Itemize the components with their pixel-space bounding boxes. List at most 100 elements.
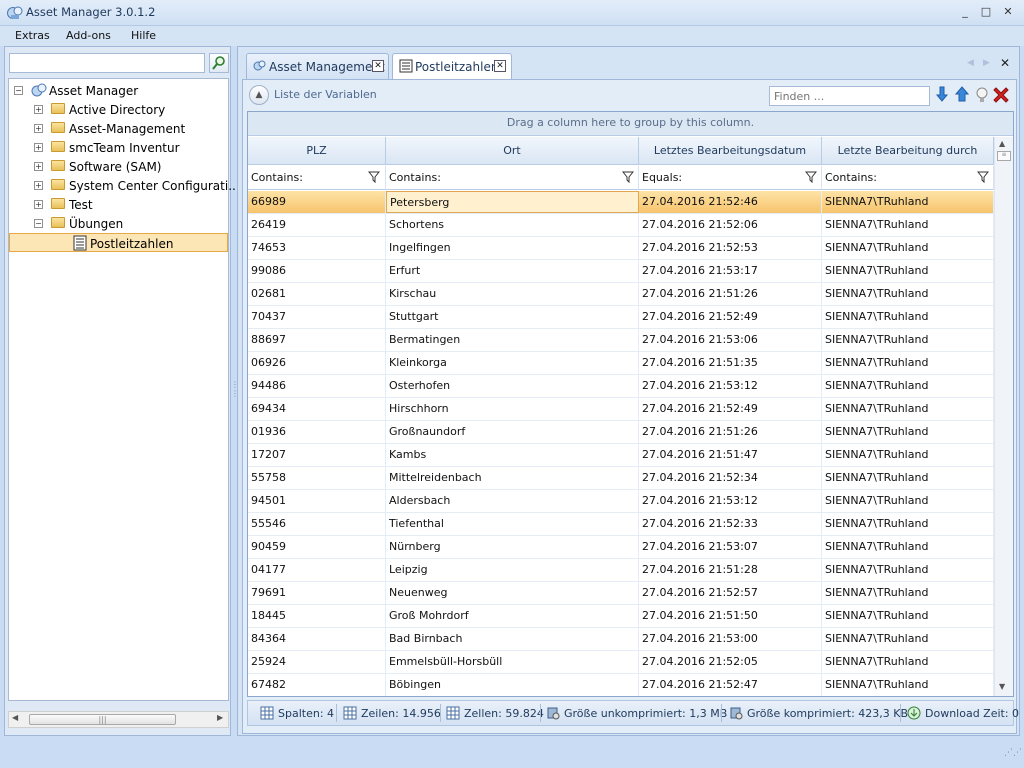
cell-date[interactable]: 27.04.2016 21:53:06	[639, 329, 822, 351]
table-row[interactable]: 88697 Bermatingen 27.04.2016 21:53:06 SIENN…	[248, 329, 994, 352]
cell-plz[interactable]: 26419	[248, 214, 386, 236]
cell-plz[interactable]: 55758	[248, 467, 386, 489]
filter-cell-ort[interactable]: Contains:	[386, 166, 639, 190]
table-row[interactable]: 02681 Kirschau 27.04.2016 21:51:26 SIENNA7\…	[248, 283, 994, 306]
cell-ort[interactable]: Tiefenthal	[386, 513, 639, 535]
table-row[interactable]: 55546 Tiefenthal 27.04.2016 21:52:33 SIENNA…	[248, 513, 994, 536]
cell-user[interactable]: SIENNA7\TRuhland	[822, 375, 994, 397]
cell-date[interactable]: 27.04.2016 21:51:50	[639, 605, 822, 627]
cell-date[interactable]: 27.04.2016 21:51:26	[639, 283, 822, 305]
cell-plz[interactable]: 55546	[248, 513, 386, 535]
column-header-ort[interactable]: Ort	[386, 137, 639, 165]
cell-date[interactable]: 27.04.2016 21:52:49	[639, 306, 822, 328]
cell-user[interactable]: SIENNA7\TRuhland	[822, 398, 994, 420]
cell-plz[interactable]: 84364	[248, 628, 386, 650]
tree-item[interactable]: + Active Directory	[9, 100, 228, 119]
cell-user[interactable]: SIENNA7\TRuhland	[822, 674, 994, 696]
filter-icon[interactable]	[805, 171, 817, 183]
cell-ort[interactable]: Bermatingen	[386, 329, 639, 351]
cell-plz[interactable]: 02681	[248, 283, 386, 305]
cell-date[interactable]: 27.04.2016 21:52:53	[639, 237, 822, 259]
cell-date[interactable]: 27.04.2016 21:53:00	[639, 628, 822, 650]
tree-item[interactable]: + Software (SAM)	[9, 157, 228, 176]
cell-ort[interactable]: Aldersbach	[386, 490, 639, 512]
cell-date[interactable]: 27.04.2016 21:52:34	[639, 467, 822, 489]
tree-item[interactable]: + Asset-Management	[9, 119, 228, 138]
cell-ort[interactable]: Kleinkorga	[386, 352, 639, 374]
cell-user[interactable]: SIENNA7\TRuhland	[822, 559, 994, 581]
tree-item[interactable]: + Test	[9, 195, 228, 214]
close-tab-icon[interactable]: ✕	[494, 60, 506, 72]
table-row[interactable]: 94486 Osterhofen 27.04.2016 21:53:12 SIENNA…	[248, 375, 994, 398]
column-header-date[interactable]: Letztes Bearbeitungsdatum	[639, 137, 822, 165]
close-tab-icon[interactable]: ✕	[372, 60, 384, 72]
cell-date[interactable]: 27.04.2016 21:52:46	[639, 191, 822, 213]
cell-ort[interactable]: Leipzig	[386, 559, 639, 581]
splitter-handle[interactable]: ⋮ ⋮	[231, 380, 239, 404]
resize-grip-icon[interactable]: ⋰⋰	[1004, 748, 1022, 758]
cell-plz[interactable]: 17207	[248, 444, 386, 466]
cell-user[interactable]: SIENNA7\TRuhland	[822, 628, 994, 650]
scrollbar-thumb[interactable]: |||	[29, 714, 176, 725]
table-row[interactable]: 18445 Groß Mohrdorf 27.04.2016 21:51:50 SIE…	[248, 605, 994, 628]
maximize-button[interactable]: □	[976, 2, 996, 22]
filter-cell-date[interactable]: Equals:	[639, 166, 822, 190]
cell-user[interactable]: SIENNA7\TRuhland	[822, 467, 994, 489]
cell-ort[interactable]: Hirschhorn	[386, 398, 639, 420]
cell-user[interactable]: SIENNA7\TRuhland	[822, 605, 994, 627]
filter-cell-plz[interactable]: Contains:	[248, 166, 386, 190]
table-row[interactable]: 66989 Petersberg 27.04.2016 21:52:46 SIENNA…	[248, 191, 994, 214]
table-row[interactable]: 90459 Nürnberg 27.04.2016 21:53:07 SIENNA7\…	[248, 536, 994, 559]
cell-user[interactable]: SIENNA7\TRuhland	[822, 329, 994, 351]
group-by-panel[interactable]: Drag a column here to group by this colu…	[248, 112, 1013, 136]
cell-user[interactable]: SIENNA7\TRuhland	[822, 237, 994, 259]
cell-ort[interactable]: Großnaundorf	[386, 421, 639, 443]
cell-plz[interactable]: 06926	[248, 352, 386, 374]
cell-user[interactable]: SIENNA7\TRuhland	[822, 260, 994, 282]
cell-ort[interactable]: Nürnberg	[386, 536, 639, 558]
cell-ort[interactable]: Mittelreidenbach	[386, 467, 639, 489]
cell-date[interactable]: 27.04.2016 21:51:35	[639, 352, 822, 374]
close-window-button[interactable]: ✕	[998, 2, 1018, 22]
highlight-button[interactable]	[973, 86, 991, 106]
menu-extras[interactable]: Extras	[15, 29, 50, 42]
cell-plz[interactable]: 99086	[248, 260, 386, 282]
cell-plz[interactable]: 70437	[248, 306, 386, 328]
collapse-icon[interactable]: −	[34, 219, 43, 228]
cell-ort[interactable]: Emmelsbüll-Horsbüll	[386, 651, 639, 673]
column-header-plz[interactable]: PLZ	[248, 137, 386, 165]
cell-ort[interactable]: Petersberg	[386, 191, 639, 213]
cell-plz[interactable]: 88697	[248, 329, 386, 351]
table-row[interactable]: 26419 Schortens 27.04.2016 21:52:06 SIENNA7…	[248, 214, 994, 237]
expand-icon[interactable]: +	[34, 181, 43, 190]
cell-date[interactable]: 27.04.2016 21:53:12	[639, 490, 822, 512]
cell-ort[interactable]: Bad Birnbach	[386, 628, 639, 650]
cell-user[interactable]: SIENNA7\TRuhland	[822, 352, 994, 374]
tree-item[interactable]: + smcTeam Inventur	[9, 138, 228, 157]
find-input[interactable]	[769, 86, 930, 106]
cell-plz[interactable]: 90459	[248, 536, 386, 558]
cell-user[interactable]: SIENNA7\TRuhland	[822, 582, 994, 604]
tree-search-button[interactable]	[209, 53, 229, 73]
scroll-right-icon[interactable]: ▶	[217, 713, 223, 722]
cell-date[interactable]: 27.04.2016 21:53:12	[639, 375, 822, 397]
tab-scroll-right-icon[interactable]: ▶	[983, 58, 990, 68]
tree-item[interactable]: + System Center Configurati...	[9, 176, 240, 195]
tree-item[interactable]: − Asset Manager	[9, 81, 228, 100]
cell-user[interactable]: SIENNA7\TRuhland	[822, 651, 994, 673]
expand-icon[interactable]: +	[34, 162, 43, 171]
cell-user[interactable]: SIENNA7\TRuhland	[822, 421, 994, 443]
table-row[interactable]: 69434 Hirschhorn 27.04.2016 21:52:49 SIENNA…	[248, 398, 994, 421]
cell-user[interactable]: SIENNA7\TRuhland	[822, 444, 994, 466]
close-all-tabs-icon[interactable]: ✕	[1000, 56, 1010, 70]
cell-ort[interactable]: Stuttgart	[386, 306, 639, 328]
table-row[interactable]: 17207 Kambs 27.04.2016 21:51:47 SIENNA7\TRu…	[248, 444, 994, 467]
cell-ort[interactable]: Groß Mohrdorf	[386, 605, 639, 627]
table-row[interactable]: 70437 Stuttgart 27.04.2016 21:52:49 SIENNA7…	[248, 306, 994, 329]
cell-plz[interactable]: 25924	[248, 651, 386, 673]
column-header-user[interactable]: Letzte Bearbeitung durch	[822, 137, 994, 165]
table-row[interactable]: 99086 Erfurt 27.04.2016 21:53:17 SIENNA7\TR…	[248, 260, 994, 283]
cell-user[interactable]: SIENNA7\TRuhland	[822, 490, 994, 512]
minimize-button[interactable]: _	[955, 2, 975, 22]
tree-horizontal-scrollbar[interactable]: ◀ ||| ▶	[8, 711, 229, 728]
